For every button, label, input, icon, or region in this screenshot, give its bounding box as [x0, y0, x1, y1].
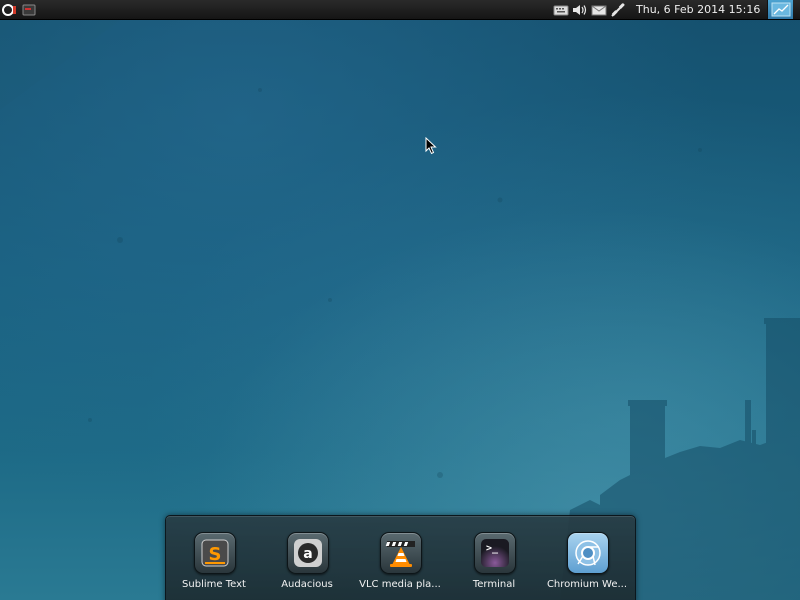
dock-label: Sublime Text [182, 579, 246, 590]
dock-item-vlc[interactable]: VLC media pla... [354, 532, 446, 600]
panel-clock[interactable]: Thu, 6 Feb 2014 15:16 [636, 2, 760, 17]
mail-icon[interactable] [590, 2, 608, 17]
chromium-icon[interactable] [567, 532, 609, 574]
window-task-icon[interactable] [21, 2, 37, 17]
desktop[interactable]: Thu, 6 Feb 2014 15:16 S Sublime Text a A… [0, 0, 800, 600]
mouse-cursor-icon [425, 137, 437, 155]
vlc-icon[interactable] [380, 532, 422, 574]
show-desktop-icon[interactable] [767, 0, 793, 19]
svg-text:S: S [209, 544, 222, 565]
volume-icon[interactable] [572, 2, 588, 17]
dock-item-audacious[interactable]: a Audacious [261, 532, 353, 600]
dock-label: VLC media pla... [359, 579, 441, 590]
wallpaper-skyline [0, 0, 800, 600]
terminal-icon[interactable]: >_ [474, 532, 516, 574]
dock-label: Chromium We... [546, 579, 628, 590]
sublime-text-icon[interactable]: S [194, 532, 236, 574]
top-panel: Thu, 6 Feb 2014 15:16 [0, 0, 800, 20]
dock-item-chromium[interactable]: Chromium We... [541, 532, 633, 600]
application-dock: S Sublime Text a Audacious VLC media pla… [165, 515, 636, 600]
app-menu-icon[interactable] [1, 2, 17, 17]
dock-item-sublime-text[interactable]: S Sublime Text [168, 532, 260, 600]
dock-label: Terminal [472, 579, 516, 590]
dock-label: Audacious [281, 579, 333, 590]
keyboard-icon[interactable] [552, 2, 570, 17]
svg-text:a: a [303, 546, 312, 562]
svg-text:>_: >_ [486, 543, 499, 554]
audacious-icon[interactable]: a [287, 532, 329, 574]
network-icon[interactable] [609, 2, 627, 17]
dock-item-terminal[interactable]: >_ Terminal [448, 532, 540, 600]
